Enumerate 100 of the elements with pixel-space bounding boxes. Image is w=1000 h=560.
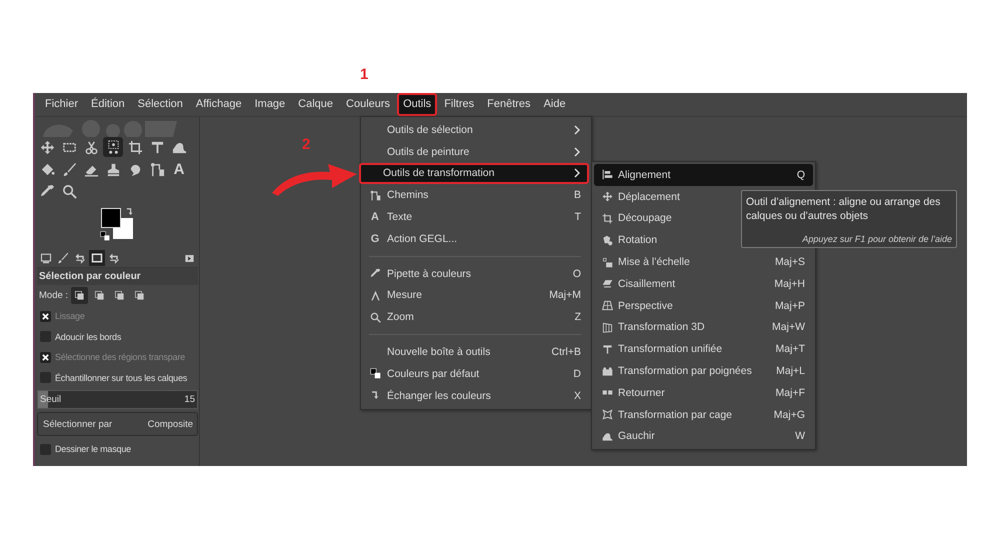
dropdown[interactable]: Sélectionner par Composite [37,412,198,436]
shortcut-label: X [574,390,581,402]
menu-bar-item[interactable]: Aide [538,93,572,116]
menu-bar-item[interactable]: Image [248,93,292,116]
shortcut-label: D [573,368,581,380]
checkbox[interactable] [40,331,51,342]
shortcut-label: Maj+L [776,365,805,378]
bucket-icon [40,162,54,176]
text-tool[interactable]: A [169,159,189,179]
menu-item[interactable]: Pipette à couleurs O [363,262,589,285]
menu-bar-item[interactable]: Couleurs [340,93,396,116]
checkbox[interactable] [40,372,51,384]
checkbox-label: Dessiner le masque [55,444,131,454]
menu-item[interactable]: Retourner Maj+F [594,382,813,404]
menu-item[interactable]: Outils de peinture [363,140,589,163]
tooltip-text: Outil d’alignement : aligne ou arrange des calques ou d’autres objets [746,195,942,223]
menu-item[interactable]: Transformation par cage Maj+G [594,404,813,426]
menu-item[interactable]: Transformation 3D Maj+W [594,316,813,338]
menu-item-label: Mesure [387,289,422,302]
dotted-select-icon [106,140,120,154]
menu-item-label: Transformation unifiée [618,343,722,356]
menu-item-glyph: G [370,232,380,245]
threshold-slider[interactable]: Seuil 15 [37,390,198,409]
shortcut-label: Maj+F [776,386,805,399]
menu-bar-item[interactable]: Affichage [190,93,248,116]
screen-icon [40,252,52,264]
menu-bar-item[interactable]: Sélection [132,93,189,116]
step-number: 1 [360,66,368,83]
checkbox-label: Échantillonner sur tous les calques [55,372,188,383]
menu-item[interactable]: Outils de sélection [363,119,589,141]
menu-item[interactable]: Alignement Q [594,164,813,186]
menu-item-label: Nouvelle boîte à outils [387,346,490,358]
mode-button[interactable] [71,287,88,304]
shortcut-label: Z [574,311,581,324]
menu-item[interactable]: Nouvelle boîte à outils Ctrl+B [363,341,589,363]
menu-item-label: Outils de sélection [387,124,473,136]
checkbox-label: Lissage [55,311,85,322]
menu-item-label: Échanger les couleurs [387,390,491,402]
menu-item[interactable]: Couleurs par défaut D [363,362,589,385]
menu-bar-item[interactable]: Filtres [438,93,480,116]
default-colors-icon [100,231,110,241]
menu-bar-item[interactable]: Outils [397,93,438,116]
undo-icon [108,252,120,264]
shortcut-label: Ctrl+B [552,346,581,358]
menu-item[interactable]: Échanger les couleurs X [363,384,589,407]
shortcut-label: B [574,189,581,202]
step-number: 2 [302,136,310,153]
menu-item-label: Outils de peinture [387,146,470,158]
path-icon [370,190,380,201]
menu-bar-item[interactable]: Fichier [39,93,84,116]
menu-bar-item[interactable]: Calque [292,93,340,116]
tooltip-hint: Appuyez sur F1 pour obtenir de l’aide [801,234,952,244]
menu-item-label: Couleurs par défaut [387,368,480,380]
panel-menu-icon [184,252,195,264]
shortcut-label: Maj+W [772,321,805,334]
menu-bar-item[interactable]: Édition [85,93,131,116]
shear-icon [602,278,612,290]
menu-item[interactable]: Cisaillement Maj+H [594,272,813,295]
crop-icon [602,212,612,224]
menu-item[interactable]: Mise à l’échelle Maj+S [594,251,813,273]
checkbox[interactable] [40,444,51,455]
move-icon [602,191,612,202]
mode-label: Mode : [39,290,68,301]
eyedropper-icon [370,268,380,280]
shortcut-label: Maj+H [774,278,805,290]
mode-icon [74,290,86,301]
menu-item-label: Transformation par poignées [618,365,752,378]
menu-item-label: Gauchir [618,430,655,442]
menu-item-label: Zoom [387,311,414,324]
shortcut-label: Maj+G [774,408,805,421]
menu-item[interactable]: G Action GEGL... [363,228,589,250]
shortcut-label: Maj+P [774,300,805,312]
menu-item[interactable]: Zoom Z [363,306,589,328]
menu-item[interactable]: Outils de transformation [359,162,589,184]
brush-icon [62,162,76,176]
menu-item[interactable]: Transformation unifiée Maj+T [594,338,813,360]
align-icon [602,169,612,180]
menu-item[interactable]: A Texte T [363,206,589,228]
undo-icon [74,252,86,264]
mode-icon [114,290,126,301]
panel-title: Sélection par couleur [37,268,198,285]
menu-item[interactable]: Chemins B [363,184,589,206]
menu-item-label: Retourner [618,386,665,399]
menu-item[interactable]: Perspective Maj+P [594,294,813,317]
menu-item[interactable]: Transformation par poignées Maj+L [594,360,813,382]
dock-tab[interactable] [89,250,105,266]
checkbox-label: Sélectionne des régions transpare [55,352,185,362]
mode-icon [134,290,146,301]
move-icon [40,140,54,154]
color-swatches-drawing[interactable] [100,207,136,241]
swap-icon [370,390,380,402]
menu-bar-item[interactable]: Fenêtres [481,93,537,116]
menu-item[interactable]: Gauchir W [594,426,813,448]
menu-item-label: Perspective [618,300,673,312]
shortcut-label: Maj+T [776,343,805,356]
menu-item[interactable]: Mesure Maj+M [363,284,589,306]
tool-button[interactable] [103,137,123,157]
cage-icon [602,409,612,420]
handles-icon [602,366,612,377]
menu-item-label: Découpage [618,212,672,224]
